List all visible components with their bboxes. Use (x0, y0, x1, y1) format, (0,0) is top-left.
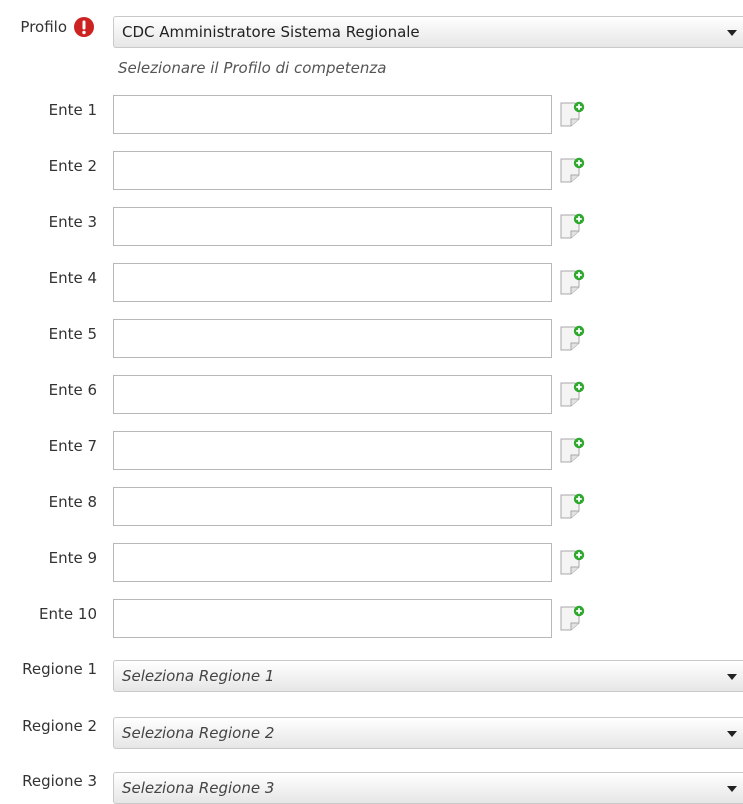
ente-input[interactable] (113, 431, 552, 470)
profilo-label: Profilo (20, 18, 67, 36)
profilo-select[interactable]: CDC Amministratore Sistema Regionale (113, 16, 743, 48)
ente-input[interactable] (113, 487, 552, 526)
ente-label: Ente 8 (48, 493, 97, 511)
ente-label: Ente 2 (48, 157, 97, 175)
ente-input[interactable] (113, 263, 552, 302)
regione-label: Regione 3 (22, 772, 97, 790)
regione-selected-value: Seleziona Regione 3 (122, 779, 275, 797)
regione-select[interactable]: Seleziona Regione 1 (113, 660, 743, 692)
document-add-icon[interactable] (557, 323, 587, 353)
ente-label: Ente 3 (48, 213, 97, 231)
ente-label: Ente 1 (48, 101, 97, 119)
ente-label: Ente 5 (48, 325, 97, 343)
document-add-icon[interactable] (557, 379, 587, 409)
required-exclamation-icon (74, 17, 94, 37)
regione-label: Regione 2 (22, 717, 97, 735)
document-add-icon[interactable] (557, 267, 587, 297)
document-add-icon[interactable] (557, 155, 587, 185)
regione-selected-value: Seleziona Regione 2 (122, 724, 275, 742)
ente-label: Ente 4 (48, 269, 97, 287)
ente-label: Ente 9 (48, 549, 97, 567)
profilo-hint: Selezionare il Profilo di competenza (118, 59, 387, 77)
ente-input[interactable] (113, 543, 552, 582)
profilo-selected-value: CDC Amministratore Sistema Regionale (122, 23, 420, 41)
ente-input[interactable] (113, 95, 552, 134)
ente-input[interactable] (113, 375, 552, 414)
ente-input[interactable] (113, 207, 552, 246)
ente-label: Ente 6 (48, 381, 97, 399)
chevron-down-icon (727, 674, 737, 680)
document-add-icon[interactable] (557, 491, 587, 521)
ente-label: Ente 10 (39, 605, 97, 623)
document-add-icon[interactable] (557, 547, 587, 577)
regione-selected-value: Seleziona Regione 1 (122, 667, 275, 685)
ente-input[interactable] (113, 599, 552, 638)
document-add-icon[interactable] (557, 603, 587, 633)
document-add-icon[interactable] (557, 435, 587, 465)
document-add-icon[interactable] (557, 99, 587, 129)
regione-select[interactable]: Seleziona Regione 3 (113, 772, 743, 804)
chevron-down-icon (727, 30, 737, 36)
regione-label: Regione 1 (22, 660, 97, 678)
chevron-down-icon (727, 731, 737, 737)
document-add-icon[interactable] (557, 211, 587, 241)
ente-label: Ente 7 (48, 437, 97, 455)
ente-input[interactable] (113, 319, 552, 358)
ente-input[interactable] (113, 151, 552, 190)
regione-select[interactable]: Seleziona Regione 2 (113, 717, 743, 749)
chevron-down-icon (727, 786, 737, 792)
